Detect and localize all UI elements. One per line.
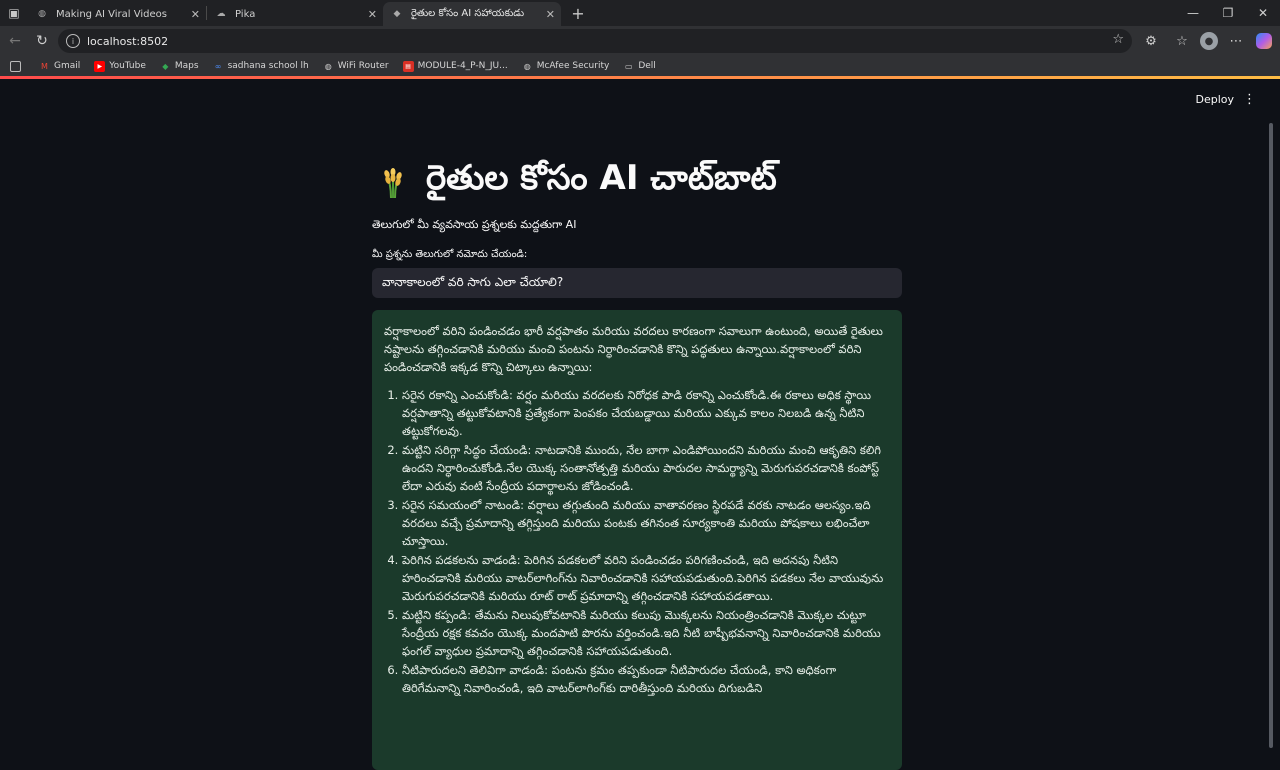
streamlit-app: Deploy ⋮ రైతుల కోసం AI చాట్‌బాట్ తెలుగుల… — [4, 79, 1274, 770]
close-icon[interactable]: ✕ — [191, 8, 200, 21]
close-window-icon[interactable]: ✕ — [1246, 0, 1280, 26]
main-content: రైతుల కోసం AI చాట్‌బాట్ తెలుగులో మీ వ్యవ… — [372, 157, 902, 770]
list-item: సరైన రకాన్ని ఎంచుకోండి: వర్షం మరియు వరదల… — [402, 386, 890, 440]
maps-icon: ◆ — [162, 61, 169, 71]
list-item: నీటిపారుదలని తెలివిగా వాడండి: పంటను క్రమ… — [402, 661, 890, 697]
tab-bar: ▣ ◍ Making AI Viral Videos ✕ ☁ Pika ✕ ◆ … — [0, 0, 1280, 26]
cloud-icon: ☁ — [216, 9, 226, 19]
gmail-icon: M — [41, 61, 48, 71]
tab-farmer-ai-assistant[interactable]: ◆ రైతుల కోసం AI సహాయకుడు ✕ — [383, 2, 561, 26]
list-item: మట్టిని సరిగ్గా సిద్ధం చేయండి: నాటడానికి… — [402, 441, 890, 495]
extensions-icon[interactable]: ⚙ — [1142, 32, 1160, 50]
copilot-icon[interactable] — [1255, 32, 1273, 50]
minimize-icon[interactable]: — — [1176, 0, 1210, 26]
site-info-icon[interactable]: i — [66, 34, 80, 48]
bookmark-module-4[interactable]: ▤ MODULE-4_P-N_JU... — [402, 60, 508, 72]
tab-pika[interactable]: ☁ Pika ✕ — [207, 2, 383, 26]
reload-icon[interactable]: ↻ — [32, 31, 52, 51]
youtube-icon: ▶ — [94, 60, 106, 72]
profile-avatar[interactable]: ● — [1200, 32, 1218, 50]
rice-plant-icon — [384, 168, 402, 199]
favorite-star-icon[interactable]: ☆ — [1112, 32, 1124, 47]
scrollbar[interactable] — [1269, 123, 1273, 748]
meta-icon: ∞ — [214, 61, 222, 71]
folder-icon: ▭ — [625, 61, 633, 71]
restore-icon[interactable]: ❐ — [1211, 0, 1245, 26]
answer-box: వర్షాకాలంలో వరిని పండించడం భారీ వర్షపాతం… — [372, 310, 902, 770]
new-tab-icon[interactable]: + — [565, 4, 591, 23]
question-input-label: మీ ప్రశ్నను తెలుగులో నమోదు చేయండి: — [372, 249, 528, 260]
bookmark-wifi-router[interactable]: ◍ WiFi Router — [323, 61, 389, 72]
globe-icon: ◍ — [523, 61, 531, 71]
question-input[interactable]: వానాకాలంలో వరి సాగు ఎలా చేయాలి? — [372, 268, 902, 298]
address-bar: ← ↻ i localhost:8502 ☆ ⚙ ☆ ● ⋯ — [0, 26, 1280, 56]
bookmark-mcafee[interactable]: ◍ McAfee Security — [522, 61, 610, 72]
list-item: పెరిగిన పడకలను వాడండి: పెరిగిన పడకలలో వర… — [402, 551, 890, 605]
globe-icon: ◍ — [38, 9, 46, 19]
more-options-icon[interactable]: ⋯ — [1227, 32, 1245, 50]
tab-making-ai-viral-videos[interactable]: ◍ Making AI Viral Videos ✕ — [28, 2, 206, 26]
bookmarks-bar: M Gmail ▶ YouTube ◆ Maps ∞ sadhana school lh… — [0, 56, 1280, 76]
tab-actions-icon[interactable]: ▣ — [0, 0, 28, 26]
globe-icon: ◍ — [324, 61, 332, 71]
bookmark-youtube[interactable]: ▶ YouTube — [94, 60, 146, 72]
bookmark-sadhana-school[interactable]: ∞ sadhana school lh — [213, 61, 309, 72]
title-text: రైతుల కోసం AI చాట్‌బాట్ — [426, 158, 777, 198]
main-menu-icon[interactable]: ⋮ — [1243, 92, 1256, 107]
bookmark-maps[interactable]: ◆ Maps — [160, 61, 198, 72]
page-title: రైతుల కోసం AI చాట్‌బాట్ — [372, 157, 902, 207]
pdf-icon: ▤ — [402, 60, 414, 72]
bookmark-gmail[interactable]: M Gmail — [39, 61, 80, 72]
answer-intro: వర్షాకాలంలో వరిని పండించడం భారీ వర్షపాతం… — [384, 324, 883, 374]
subtitle: తెలుగులో మీ వ్యవసాయ ప్రశ్నలకు మద్దతుగా A… — [372, 218, 577, 231]
list-item: మట్టిని కప్పండి: తేమను నిలుపుకోవటానికి మ… — [402, 606, 890, 660]
close-icon[interactable]: ✕ — [368, 8, 377, 21]
url-bar[interactable]: i localhost:8502 ☆ — [58, 29, 1132, 53]
close-icon[interactable]: ✕ — [546, 8, 555, 21]
deploy-button[interactable]: Deploy — [1195, 93, 1234, 106]
bookmark-dell[interactable]: ▭ Dell — [623, 61, 656, 72]
streamlit-icon: ◆ — [393, 9, 401, 19]
browser-chrome: ▣ ◍ Making AI Viral Videos ✕ ☁ Pika ✕ ◆ … — [0, 0, 1280, 79]
favorites-icon[interactable]: ☆ — [1173, 32, 1191, 50]
list-item: సరైన సమయంలో నాటండి: వర్షాలు తగ్గుతుంది మ… — [402, 496, 890, 550]
sidebar-toggle-icon[interactable] — [10, 60, 25, 72]
answer-list: సరైన రకాన్ని ఎంచుకోండి: వర్షం మరియు వరదల… — [384, 386, 890, 697]
back-icon[interactable]: ← — [5, 31, 25, 51]
